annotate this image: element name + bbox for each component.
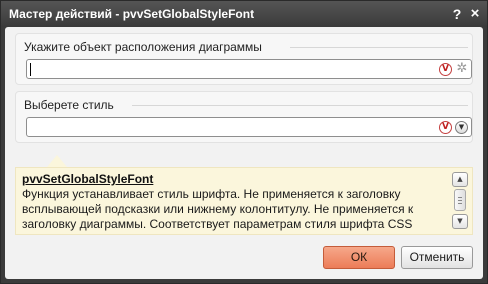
variable-v-icon[interactable]: V — [439, 63, 452, 76]
help-pointer — [47, 155, 67, 167]
style-label: Выберете стиль — [24, 98, 114, 112]
title-bar[interactable]: Мастер действий - pvvSetGlobalStyleFont … — [1, 1, 487, 27]
window-title: Мастер действий - pvvSetGlobalStyleFont — [9, 7, 255, 21]
dialog-body: Укажите объект расположения диаграммы V … — [5, 27, 483, 279]
target-object-label: Укажите объект расположения диаграммы — [24, 40, 262, 54]
dropdown-arrow-icon[interactable]: ▼ — [455, 121, 468, 134]
group-divider — [132, 105, 468, 106]
style-select[interactable]: V ▼ — [26, 117, 472, 137]
scroll-down-icon[interactable]: ▼ — [452, 214, 468, 229]
target-object-group: Укажите объект расположения диаграммы V … — [15, 33, 473, 85]
help-title: pvvSetGlobalStyleFont — [22, 172, 154, 186]
help-panel: pvvSetGlobalStyleFont Функция устанавлив… — [15, 167, 473, 235]
style-group: Выберете стиль V ▼ — [15, 91, 473, 143]
target-object-input[interactable]: V ✲ — [26, 59, 472, 79]
help-description: Функция устанавливает стиль шрифта. Не п… — [22, 187, 414, 231]
group-divider — [290, 47, 468, 48]
text-caret — [30, 63, 31, 76]
scroll-up-icon[interactable]: ▲ — [452, 172, 468, 187]
action-wizard-dialog: Мастер действий - pvvSetGlobalStyleFont … — [0, 0, 488, 284]
ok-button[interactable]: ОК — [323, 246, 395, 269]
grip-line — [458, 200, 462, 201]
cancel-button[interactable]: Отменить — [401, 246, 473, 269]
variable-v-icon[interactable]: V — [439, 121, 452, 134]
help-scrollbar[interactable]: ▲ ▼ — [452, 172, 468, 230]
grip-line — [458, 197, 462, 198]
gear-icon[interactable]: ✲ — [455, 62, 469, 76]
grip-line — [458, 203, 462, 204]
scroll-thumb[interactable] — [454, 189, 466, 211]
close-icon[interactable]: × — [467, 5, 483, 23]
help-icon[interactable]: ? — [449, 5, 465, 23]
